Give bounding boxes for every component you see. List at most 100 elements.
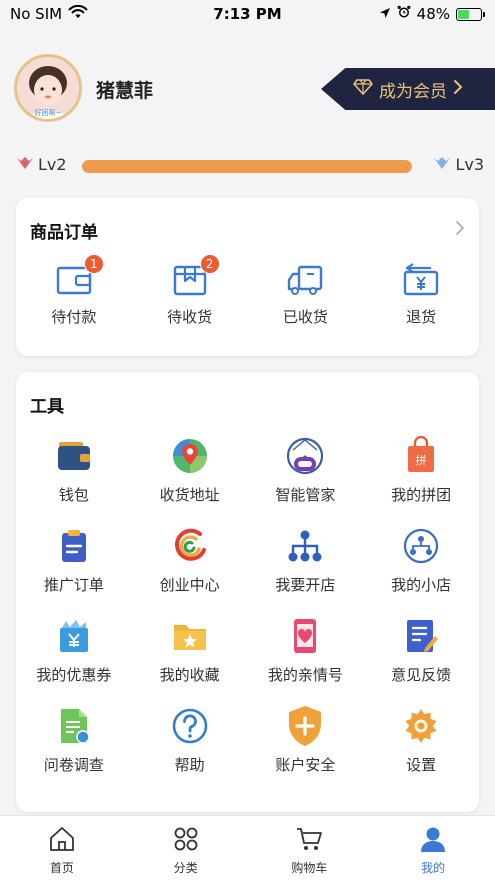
tool-survey[interactable]: 问卷调查 [16, 706, 132, 796]
orders-title: 商品订单 [30, 223, 98, 243]
chevron-right-icon [453, 79, 463, 100]
wifi-icon [68, 4, 88, 23]
tab-label: 首页 [49, 861, 74, 875]
tool-group-buy[interactable]: 拼 我的拼团 [363, 436, 479, 526]
tool-wallet[interactable]: 钱包 [16, 436, 132, 526]
tool-label: 我要开店 [275, 576, 336, 594]
feedback-pen-icon [401, 616, 441, 656]
wallet-card-icon [54, 266, 94, 304]
order-badge: 2 [199, 254, 220, 274]
tool-label: 钱包 [58, 486, 89, 504]
order-pending-payment[interactable]: 1 待付款 [16, 254, 132, 327]
wallet-icon [54, 436, 94, 476]
tool-label: 我的拼团 [391, 486, 452, 504]
tool-settings[interactable]: 设置 [363, 706, 479, 796]
cart-icon [295, 826, 323, 856]
tool-account-security[interactable]: 账户安全 [248, 706, 364, 796]
tool-label: 我的亲情号 [267, 666, 343, 684]
gear-icon [401, 706, 441, 746]
tool-startup-center[interactable]: 创业中心 [132, 526, 248, 616]
tab-mine[interactable]: 我的 [371, 816, 495, 881]
tab-home[interactable]: 首页 [0, 816, 124, 881]
return-yen-icon [401, 263, 441, 304]
tool-address[interactable]: 收货地址 [132, 436, 248, 526]
battery-icon [456, 7, 485, 21]
tool-family-number[interactable]: 我的亲情号 [248, 616, 364, 706]
tab-label: 我的 [421, 861, 446, 875]
tool-label: 设置 [406, 756, 437, 774]
user-icon [419, 826, 447, 856]
tab-cart[interactable]: 购物车 [248, 816, 372, 881]
heart-phone-icon [285, 616, 325, 656]
status-bar: No SIM 7:13 PM 48% [0, 0, 495, 28]
level-progress-fill [82, 160, 412, 173]
next-level-gem-icon [433, 155, 451, 174]
tool-label: 问卷调查 [43, 756, 104, 774]
home-icon [48, 826, 76, 856]
tool-feedback[interactable]: 意见反馈 [363, 616, 479, 706]
order-label: 待付款 [51, 308, 97, 326]
tab-label: 购物车 [291, 861, 328, 875]
tool-smart-butler[interactable]: 智能管家 [248, 436, 364, 526]
tool-label: 账户安全 [275, 756, 336, 774]
tool-label: 帮助 [174, 756, 205, 774]
tools-card: 工具 钱包 收货地址 智能管家 拼 我的拼团 推广订单 创业中心 我要开店 我的… [16, 372, 479, 812]
tool-label: 我的优惠券 [36, 666, 112, 684]
order-received[interactable]: 已收货 [248, 260, 364, 327]
tool-label: 创业中心 [159, 576, 220, 594]
bottom-tab-bar: 首页 分类 购物车 我的 [0, 815, 495, 881]
tool-label: 我的小店 [391, 576, 452, 594]
tab-category[interactable]: 分类 [124, 816, 248, 881]
alarm-icon [397, 5, 411, 23]
order-label: 退货 [406, 308, 437, 326]
tool-label: 收货地址 [159, 486, 220, 504]
tool-my-shop[interactable]: 我的小店 [363, 526, 479, 616]
profile-header: 好困啊~ 猪慧菲 成为会员 [14, 54, 495, 124]
order-awaiting-delivery[interactable]: 2 待收货 [132, 254, 248, 327]
map-pin-icon [170, 436, 210, 476]
tool-help[interactable]: 帮助 [132, 706, 248, 796]
carrier-label: No SIM [10, 5, 63, 23]
tool-open-shop[interactable]: 我要开店 [248, 526, 364, 616]
network-tree-icon [285, 526, 325, 566]
survey-doc-icon [54, 706, 94, 746]
order-return[interactable]: 退货 [363, 260, 479, 327]
tool-favorites[interactable]: 我的收藏 [132, 616, 248, 706]
shield-plus-icon [285, 706, 325, 746]
username: 猪慧菲 [96, 80, 154, 102]
shop-network-icon [401, 526, 441, 566]
tool-label: 推广订单 [43, 576, 104, 594]
chevron-right-icon[interactable] [455, 220, 465, 240]
location-arrow-icon [379, 5, 391, 23]
order-badge: 1 [83, 254, 104, 274]
current-level: Lv2 [38, 155, 67, 174]
tab-label: 分类 [173, 861, 198, 875]
robot-icon [285, 436, 325, 476]
avatar-caption: 好困啊~ [35, 108, 62, 117]
tool-label: 智能管家 [275, 486, 336, 504]
order-label: 已收货 [282, 308, 328, 326]
package-box-icon [170, 265, 210, 304]
next-level: Lv3 [455, 155, 484, 174]
battery-percent: 48% [416, 5, 450, 23]
become-member-label: 成为会员 [379, 81, 447, 102]
tool-label: 意见反馈 [391, 666, 452, 684]
tool-coupons[interactable]: 我的优惠券 [16, 616, 132, 706]
help-question-icon [170, 706, 210, 746]
delivery-truck-icon [285, 265, 325, 304]
orders-card: 商品订单 1 待付款 2 待收货 已收货 退货 [16, 198, 479, 356]
tools-title: 工具 [30, 397, 64, 417]
clipboard-icon [54, 526, 94, 566]
svg-text:拼: 拼 [416, 453, 427, 467]
tool-label: 我的收藏 [159, 666, 220, 684]
group-buy-bag-icon: 拼 [401, 436, 441, 476]
diamond-icon [353, 78, 373, 100]
avatar[interactable]: 好困啊~ [14, 54, 82, 122]
star-folder-icon [170, 616, 210, 656]
coupon-icon [54, 616, 94, 656]
grid-icon [172, 826, 200, 856]
become-member-button[interactable]: 成为会员 [321, 68, 495, 110]
level-progress: Lv2 Lv3 [14, 150, 484, 182]
tool-promo-orders[interactable]: 推广订单 [16, 526, 132, 616]
level-gem-icon [16, 155, 34, 174]
